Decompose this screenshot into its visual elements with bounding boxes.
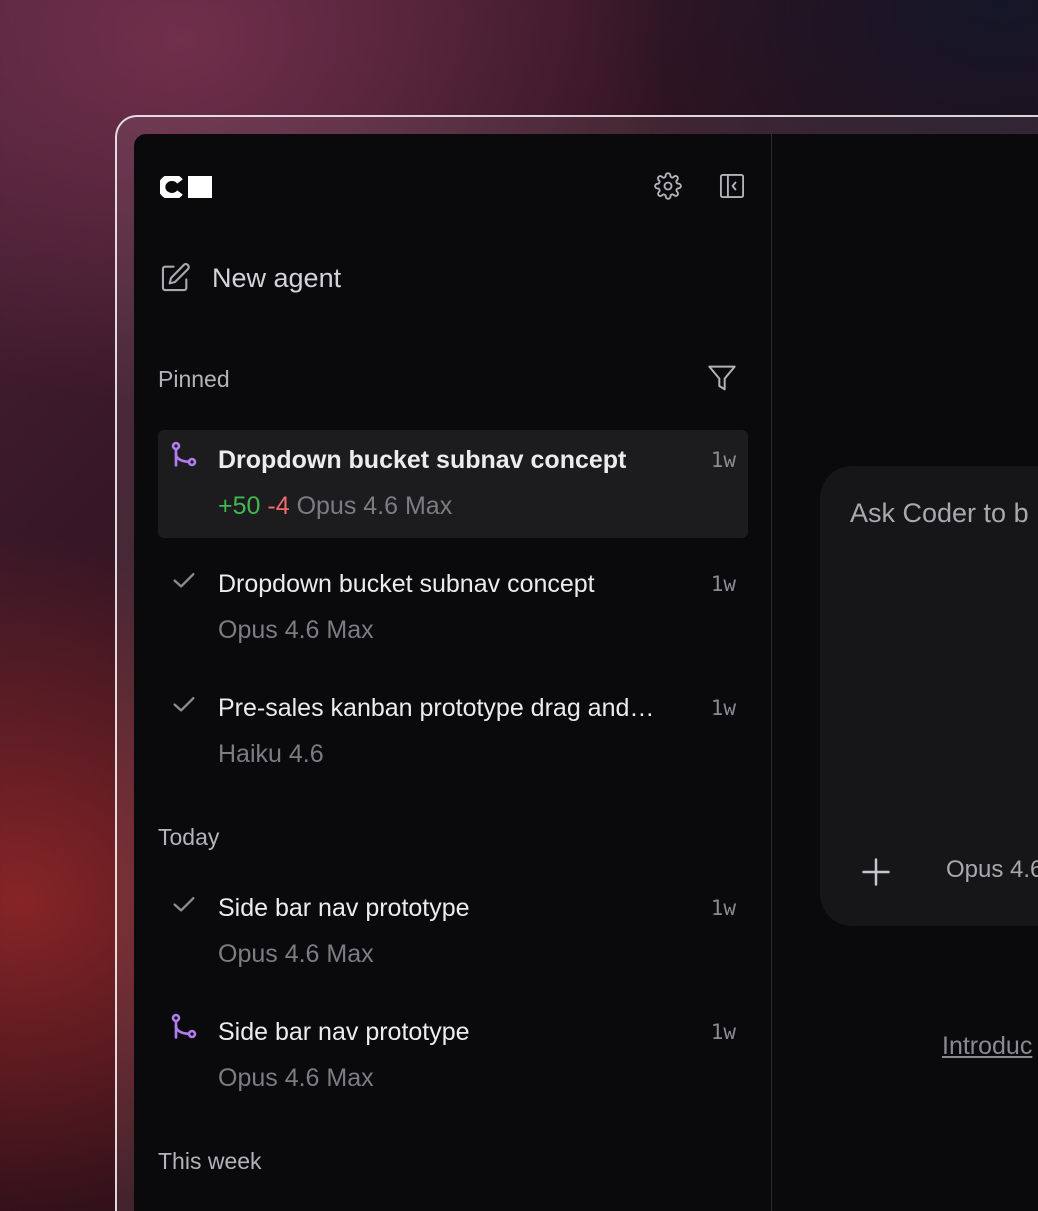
main-panel: Ask Coder to b Opus 4.6 Introduc [772, 134, 1038, 1211]
section-today: Today [158, 824, 220, 850]
model-selector[interactable]: Opus 4.6 [946, 856, 1038, 884]
prompt-input[interactable]: Ask Coder to b [850, 498, 1029, 529]
plus-icon [862, 858, 890, 886]
deletions-count: -4 [267, 492, 290, 520]
agent-title: Side bar nav prototype [218, 1018, 470, 1046]
agent-time: 1w [710, 1020, 736, 1044]
section-pinned: Pinned [158, 366, 230, 392]
agent-title: Side bar nav prototype [218, 894, 470, 922]
gear-icon [654, 172, 682, 200]
agent-time: 1w [710, 896, 736, 920]
branch-icon [168, 1012, 200, 1044]
compose-icon [161, 263, 190, 292]
agent-title: Pre-sales kanban prototype drag and… [218, 694, 655, 722]
agent-item[interactable]: Pre-sales kanban prototype drag and… 1w … [158, 678, 748, 786]
add-attachment-button[interactable] [858, 854, 894, 890]
sidebar: New agent Pinned Dropdown bucket subnav … [134, 134, 772, 1211]
agent-title: Dropdown bucket subnav concept [218, 570, 595, 598]
agent-model: Opus 4.6 Max [218, 616, 374, 644]
agent-item[interactable]: Side bar nav prototype 1w Opus 4.6 Max [158, 878, 748, 986]
agent-meta: +50 -4 Opus 4.6 Max [218, 492, 452, 521]
filter-button[interactable] [706, 362, 738, 394]
intro-link[interactable]: Introduc [942, 1032, 1032, 1061]
agent-item[interactable]: Side bar nav prototype 1w Opus 4.6 Max [158, 1002, 748, 1110]
new-agent-label: New agent [212, 262, 342, 293]
branch-icon [168, 440, 200, 472]
agent-model: Opus 4.6 Max [218, 940, 374, 968]
check-icon [168, 564, 200, 596]
agent-item[interactable]: Dropdown bucket subnav concept 1w +50 -4… [158, 430, 748, 538]
agent-model: Opus 4.6 Max [296, 492, 453, 520]
agent-title: Dropdown bucket subnav concept [218, 446, 627, 474]
agent-time: 1w [710, 572, 736, 596]
app-logo [158, 174, 214, 200]
agent-item[interactable]: Dropdown bucket subnav concept 1w Opus 4… [158, 554, 748, 662]
check-icon [168, 688, 200, 720]
sidebar-collapse-icon [719, 173, 745, 199]
agent-model: Opus 4.6 Max [218, 1064, 374, 1092]
section-this-week: This week [158, 1148, 262, 1174]
additions-count: +50 [218, 492, 261, 520]
check-icon [168, 888, 200, 920]
settings-button[interactable] [652, 170, 684, 202]
agent-time: 1w [710, 696, 736, 720]
agent-model: Haiku 4.6 [218, 740, 324, 768]
collapse-sidebar-button[interactable] [716, 170, 748, 202]
filter-icon [708, 365, 736, 391]
app-window: New agent Pinned Dropdown bucket subnav … [134, 134, 1038, 1211]
agent-time: 1w [710, 448, 736, 472]
prompt-composer[interactable]: Ask Coder to b Opus 4.6 [820, 466, 1038, 926]
new-agent-button[interactable]: New agent [158, 258, 341, 298]
